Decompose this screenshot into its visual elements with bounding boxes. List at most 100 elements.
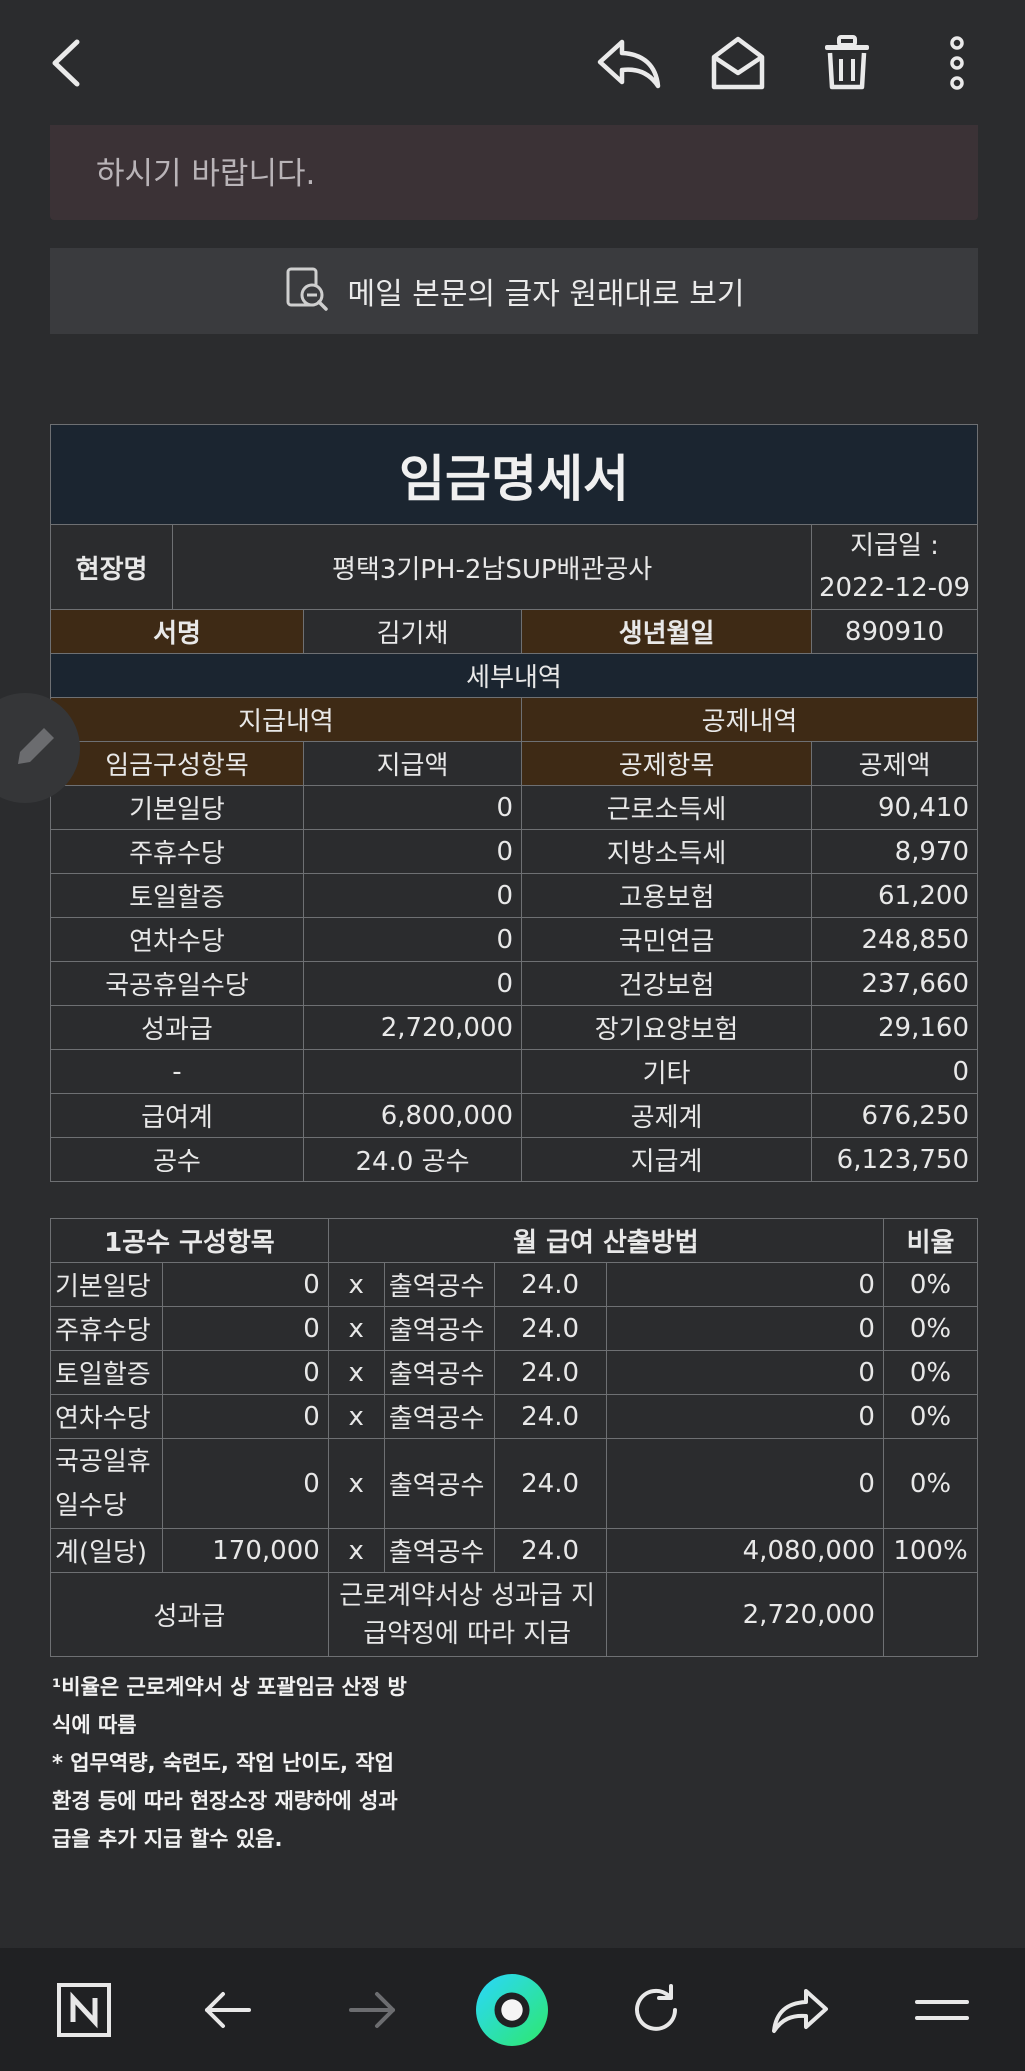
calc-days: 24.0 <box>493 1394 607 1439</box>
table-row: 국공일휴 일수당 0 x 출역공수 24.0 0 0% <box>50 1438 979 1529</box>
footnote-bonus: * 업무역량, 숙련도, 작업 난이도, 작업환경 등에 따라 현장소장 재량하… <box>52 1751 398 1851</box>
calc-multiply: x <box>327 1394 385 1439</box>
calc-ratio: 0% <box>882 1394 979 1439</box>
calc-days: 24.0 <box>493 1438 607 1529</box>
payslip-title: 임금명세서 <box>50 424 978 525</box>
table-row: 토일할증 0 고용보험 61,200 <box>50 873 978 918</box>
table-row: 주휴수당 0 지방소득세 8,970 <box>50 829 978 874</box>
view-original-text-button[interactable]: 메일 본문의 글자 원래대로 보기 <box>50 248 978 334</box>
table-row: 연차수당 0 국민연금 248,850 <box>50 917 978 962</box>
deduct-item: 국민연금 <box>521 917 813 962</box>
green-ring-icon[interactable] <box>476 1974 548 2046</box>
pay-item: 급여계 <box>50 1093 304 1138</box>
refresh-icon[interactable] <box>620 1974 692 2046</box>
calc-days-label: 출역공수 <box>383 1350 495 1395</box>
pay-date-value: 2022-12-09 <box>818 573 971 603</box>
table-row: 성과급 근로계약서상 성과급 지급약정에 따라 지급 2,720,000 <box>50 1572 979 1657</box>
footnote-ratio: ¹비율은 근로계약서 상 포괄임금 산정 방식에 따름 <box>52 1675 407 1737</box>
calc-amount: 0 <box>161 1438 329 1529</box>
deduct-item: 고용보험 <box>521 873 813 918</box>
pay-amount: 0 <box>302 917 523 962</box>
deduct-item: 근로소득세 <box>521 785 813 830</box>
calc-ratio: 100% <box>882 1528 979 1573</box>
pay-amount: 0 <box>302 873 523 918</box>
pay-item: 연차수당 <box>50 917 304 962</box>
zoom-out-page-icon <box>284 265 332 317</box>
pay-item: 성과급 <box>50 1005 304 1050</box>
deduct-amount: 6,123,750 <box>811 1137 978 1182</box>
calc-amount: 170,000 <box>161 1528 329 1573</box>
col-deduct-amount: 공제액 <box>811 741 978 786</box>
right-arrow-icon[interactable] <box>336 1974 408 2046</box>
site-value: 평택3기PH-2남SUP배관공사 <box>172 524 813 610</box>
calc-header-method: 월 급여 산출방법 <box>327 1218 884 1263</box>
pay-item: 기본일당 <box>50 785 304 830</box>
calc-header-items: 1공수 구성항목 <box>50 1218 329 1263</box>
pay-date-label: 지급일 : <box>850 531 939 561</box>
calc-days-label: 출역공수 <box>383 1438 495 1529</box>
calc-amount: 0 <box>161 1350 329 1395</box>
col-deduct-item: 공제항목 <box>521 741 813 786</box>
pay-date-cell: 지급일 : 2022-12-09 <box>811 524 978 610</box>
pay-section-header: 지급내역 <box>49 697 523 742</box>
envelope-open-icon[interactable] <box>703 28 773 98</box>
calc-amount: 0 <box>161 1306 329 1351</box>
deduct-section-header: 공제내역 <box>521 697 978 742</box>
calc-total: 0 <box>605 1438 884 1529</box>
footnotes: ¹비율은 근로계약서 상 포괄임금 산정 방식에 따름 * 업무역량, 숙련도,… <box>52 1668 412 1858</box>
back-arrow-icon[interactable] <box>32 28 102 98</box>
table-row: 급여계 6,800,000 공제계 676,250 <box>50 1093 978 1138</box>
deduct-item: 지급계 <box>521 1137 813 1182</box>
calc-multiply: x <box>327 1350 385 1395</box>
calc-ratio: 0% <box>882 1306 979 1351</box>
calc-total: 0 <box>605 1394 884 1439</box>
table-row: 기본일당 0 x 출역공수 24.0 0 0% <box>50 1262 979 1307</box>
kebab-menu-icon[interactable] <box>922 28 992 98</box>
pay-amount: 2,720,000 <box>302 1005 523 1050</box>
calc-total: 0 <box>605 1262 884 1307</box>
top-toolbar <box>0 0 1025 125</box>
calc-item: 연차수당 <box>50 1394 163 1439</box>
calc-item: 국공일휴 일수당 <box>50 1438 163 1529</box>
pay-amount: 0 <box>302 829 523 874</box>
pay-amount: 24.0 공수 <box>302 1137 523 1182</box>
calc-item: 주휴수당 <box>50 1306 163 1351</box>
share-icon[interactable] <box>764 1974 836 2046</box>
calc-ratio: 0% <box>882 1438 979 1529</box>
calc-amount: 0 <box>161 1262 329 1307</box>
table-row: 국공휴일수당 0 건강보험 237,660 <box>50 961 978 1006</box>
deduct-item: 건강보험 <box>521 961 813 1006</box>
deduct-amount: 61,200 <box>811 873 978 918</box>
calc-days: 24.0 <box>493 1306 607 1351</box>
calc-days: 24.0 <box>493 1528 607 1573</box>
table-row: 기본일당 0 근로소득세 90,410 <box>50 785 978 830</box>
deduct-amount: 90,410 <box>811 785 978 830</box>
reply-icon[interactable] <box>594 28 664 98</box>
calc-total: 0 <box>605 1306 884 1351</box>
calc-days-label: 출역공수 <box>383 1306 495 1351</box>
pay-item: - <box>50 1049 304 1094</box>
table-row: 연차수당 0 x 출역공수 24.0 0 0% <box>50 1394 979 1439</box>
deduct-amount: 0 <box>811 1049 978 1094</box>
pay-item: 토일할증 <box>50 873 304 918</box>
bonus-label: 성과급 <box>50 1572 329 1657</box>
table-row: 공수 24.0 공수 지급계 6,123,750 <box>50 1137 978 1182</box>
calc-item: 토일할증 <box>50 1350 163 1395</box>
menu-icon[interactable] <box>906 1974 978 2046</box>
deduct-amount: 676,250 <box>811 1093 978 1138</box>
n-logo-icon[interactable] <box>48 1974 120 2046</box>
table-row: 주휴수당 0 x 출역공수 24.0 0 0% <box>50 1306 979 1351</box>
calc-days-label: 출역공수 <box>383 1262 495 1307</box>
table-row: 토일할증 0 x 출역공수 24.0 0 0% <box>50 1350 979 1395</box>
trash-icon[interactable] <box>812 28 882 98</box>
calc-ratio: 0% <box>882 1350 979 1395</box>
calc-multiply: x <box>327 1528 385 1573</box>
detail-header: 세부내역 <box>50 653 978 698</box>
calc-multiply: x <box>327 1306 385 1351</box>
bottom-navigation <box>0 1948 1025 2071</box>
deduct-amount: 8,970 <box>811 829 978 874</box>
payslip-table: 임금명세서 현장명 평택3기PH-2남SUP배관공사 지급일 : 2022-12… <box>49 424 978 1182</box>
deduct-item: 공제계 <box>521 1093 813 1138</box>
left-arrow-icon[interactable] <box>192 1974 264 2046</box>
pay-item: 공수 <box>50 1137 304 1182</box>
